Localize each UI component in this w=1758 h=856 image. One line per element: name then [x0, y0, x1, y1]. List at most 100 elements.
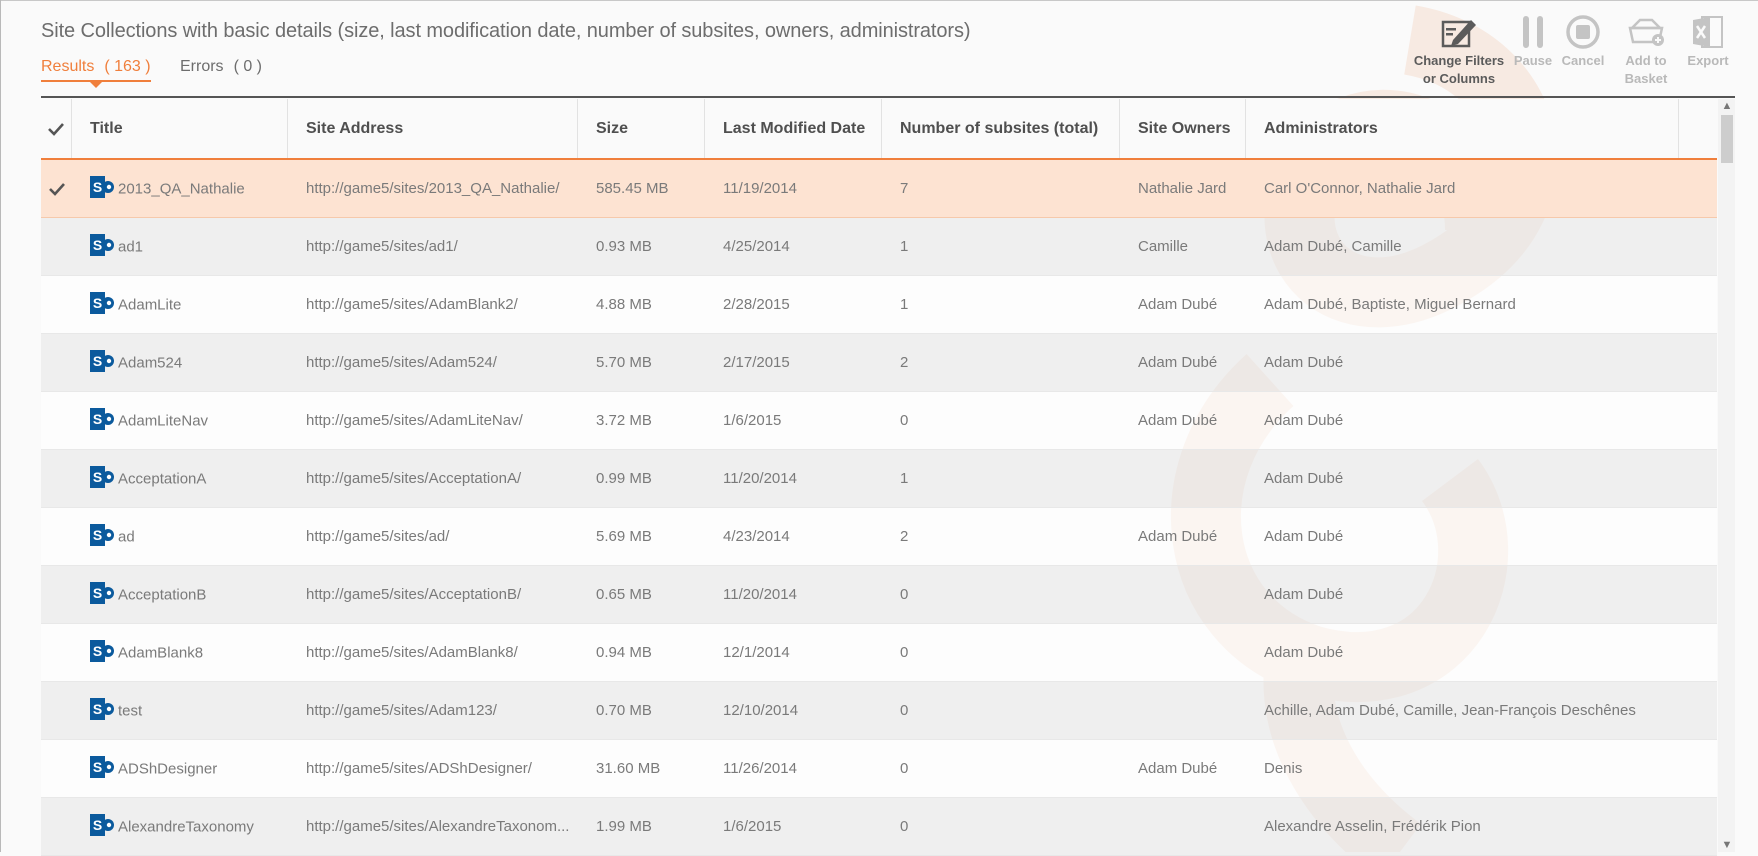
column-header-administrators[interactable]: Administrators	[1246, 99, 1679, 158]
table-row[interactable]: Sad http://game5/sites/ad/5.69 MB 4/23/201…	[41, 508, 1717, 566]
checkmark-icon	[48, 122, 64, 136]
table-row[interactable]: S AdamLite http://game5/sites/AdamBlank2/4…	[41, 276, 1717, 334]
row-checkbox[interactable]	[41, 740, 72, 797]
table-row[interactable]: S 2013_QA_Nathalie http://game5/sites/2013…	[41, 160, 1717, 218]
column-header-last-modified[interactable]: Last Modified Date	[705, 99, 882, 158]
scroll-up-arrow-icon[interactable]: ▲	[1721, 100, 1733, 112]
svg-text:S: S	[93, 585, 102, 601]
cancel-button[interactable]: Cancel	[1558, 14, 1608, 70]
sharepoint-site-icon: S	[90, 350, 114, 373]
cell-title[interactable]: S AdamLiteNav	[72, 392, 288, 449]
cell-last-modified: 4/25/2014	[723, 238, 790, 255]
cell-size: 0.94 MB	[596, 644, 652, 661]
row-checkbox[interactable]	[41, 682, 72, 739]
cell-administrators: Alexandre Asselin, Frédérik Pion	[1264, 818, 1481, 835]
pause-button[interactable]: Pause	[1510, 14, 1556, 70]
row-checkbox[interactable]	[41, 798, 72, 855]
table-row[interactable]: Sad1 http://game5/sites/ad1/0.93 MB 4/25/2…	[41, 218, 1717, 276]
cell-title[interactable]: S AdamLite	[72, 276, 288, 333]
cell-site-address: http://game5/sites/AcceptationA/	[306, 470, 522, 487]
svg-text:S: S	[93, 643, 102, 659]
column-header-site-address[interactable]: Site Address	[288, 99, 578, 158]
vertical-scrollbar[interactable]: ▲ ▼	[1718, 99, 1735, 852]
stop-icon	[1566, 15, 1600, 49]
cell-site-address: http://game5/sites/ad1/	[306, 238, 458, 255]
table-row[interactable]: S AdamLiteNav http://game5/sites/AdamLiteN…	[41, 392, 1717, 450]
cell-site-address: http://game5/sites/Adam123/	[306, 702, 497, 719]
cell-subsites: 0	[900, 644, 909, 661]
checkmark-icon	[48, 183, 65, 196]
table-row[interactable]: S AcceptationB http://game5/sites/Acceptat…	[41, 566, 1717, 624]
export-label: Export	[1687, 53, 1729, 68]
cell-title[interactable]: S Adam524	[72, 334, 288, 391]
scrollbar-thumb[interactable]	[1721, 115, 1733, 163]
scroll-down-arrow-icon[interactable]: ▼	[1721, 839, 1733, 851]
table-row[interactable]: S ADShDesigner http://game5/sites/ADShDesi…	[41, 740, 1717, 798]
window-left-border	[0, 0, 1, 852]
column-header-subsites[interactable]: Number of subsites (total)	[882, 99, 1120, 158]
table-row[interactable]: Stest http://game5/sites/Adam123/0.70 MB 1…	[41, 682, 1717, 740]
cell-subsites: 0	[900, 760, 909, 777]
cell-last-modified: 4/23/2014	[723, 528, 790, 545]
cell-title[interactable]: S AcceptationB	[72, 566, 288, 623]
cell-title[interactable]: Sad1	[72, 218, 288, 275]
cell-title[interactable]: Sad	[72, 508, 288, 565]
row-checkbox[interactable]	[41, 334, 72, 391]
cell-subsites: 0	[900, 818, 909, 835]
row-checkbox[interactable]	[41, 392, 72, 449]
pause-label: Pause	[1513, 53, 1553, 68]
site-title: AlexandreTaxonomy	[118, 818, 254, 836]
table-row[interactable]: S AlexandreTaxonomy http://game5/sites/Ale…	[41, 798, 1717, 856]
site-title: ad	[118, 528, 135, 546]
svg-text:S: S	[93, 817, 102, 833]
row-checkbox[interactable]	[41, 450, 72, 507]
cell-administrators: Adam Dubé	[1264, 412, 1344, 429]
cell-title[interactable]: S ADShDesigner	[72, 740, 288, 797]
select-all-checkbox[interactable]	[41, 99, 72, 158]
cell-title[interactable]: Stest	[72, 682, 288, 739]
cell-title[interactable]: S AcceptationA	[72, 450, 288, 507]
header-divider	[41, 96, 1735, 98]
cell-site-owners	[1120, 566, 1246, 623]
cell-title[interactable]: S AdamBlank8	[72, 624, 288, 681]
table-row[interactable]: S AdamBlank8 http://game5/sites/AdamBlank8…	[41, 624, 1717, 682]
add-to-basket-label-1: Add to	[1625, 53, 1667, 68]
column-header-title[interactable]: Title	[72, 99, 288, 158]
cell-title[interactable]: S 2013_QA_Nathalie	[72, 160, 288, 217]
cell-subsites: 7	[900, 180, 909, 197]
cell-administrators: Adam Dubé	[1264, 470, 1344, 487]
table-row[interactable]: S Adam524 http://game5/sites/Adam524/5.70 …	[41, 334, 1717, 392]
row-checkbox[interactable]	[41, 566, 72, 623]
row-checkbox[interactable]	[41, 276, 72, 333]
add-to-basket-button[interactable]: Add to Basket	[1618, 14, 1674, 88]
cell-size: 31.60 MB	[596, 760, 661, 777]
row-checkbox[interactable]	[41, 624, 72, 681]
export-button[interactable]: Export	[1682, 14, 1734, 70]
grid-header: Title Site Address Size Last Modified Da…	[41, 99, 1717, 160]
change-filters-button[interactable]: Change Filters or Columns	[1412, 14, 1506, 88]
cell-site-owners: Adam Dubé	[1138, 354, 1218, 371]
cell-last-modified: 2/28/2015	[723, 296, 790, 313]
tab-results[interactable]: Results ( 163 )	[41, 58, 151, 88]
row-checkbox[interactable]	[41, 508, 72, 565]
cell-last-modified: 2/17/2015	[723, 354, 790, 371]
window-top-border	[0, 0, 1758, 1]
column-header-size[interactable]: Size	[578, 99, 705, 158]
sharepoint-site-icon: S	[90, 292, 114, 315]
cell-site-address: http://game5/sites/AlexandreTaxonom...	[306, 818, 570, 835]
cell-size: 5.70 MB	[596, 354, 652, 371]
cell-title[interactable]: S AlexandreTaxonomy	[72, 798, 288, 855]
svg-text:S: S	[93, 527, 102, 543]
cell-size: 3.72 MB	[596, 412, 652, 429]
site-title: ADShDesigner	[118, 760, 218, 778]
cell-site-address: http://game5/sites/Adam524/	[306, 354, 497, 371]
cell-administrators: Denis	[1264, 760, 1303, 777]
row-checkbox[interactable]	[41, 160, 72, 217]
tab-errors[interactable]: Errors ( 0 )	[180, 58, 262, 76]
column-header-site-owners[interactable]: Site Owners	[1120, 99, 1246, 158]
cell-administrators: Adam Dubé	[1264, 586, 1344, 603]
cell-last-modified: 1/6/2015	[723, 818, 782, 835]
table-row[interactable]: S AcceptationA http://game5/sites/Acceptat…	[41, 450, 1717, 508]
row-checkbox[interactable]	[41, 218, 72, 275]
cell-subsites: 2	[900, 528, 909, 545]
